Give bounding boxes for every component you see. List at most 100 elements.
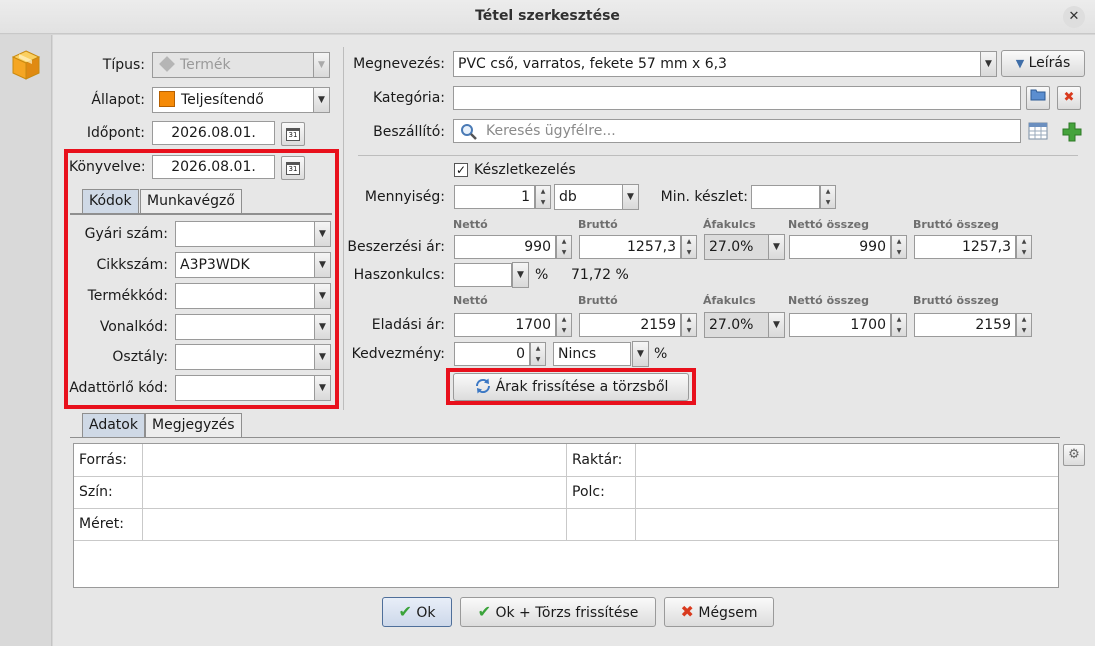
calendar-icon[interactable]: 31 [281,156,305,180]
tab-divider [70,213,332,215]
beszerzesi-ar-label: Beszerzési ár: [347,239,445,255]
header-netto-osszeg: Nettó összeg [788,294,869,307]
beszallito-search-input[interactable]: Keresés ügyfélre... [453,119,1021,143]
eladasi-netto-osszeg-spinner[interactable]: ▲ ▼ [891,313,907,337]
tipus-label: Típus: [102,57,145,73]
kedvezmeny-type-input[interactable]: Nincs [553,342,631,366]
chevron-down-icon[interactable]: ▼ [980,52,996,76]
adattorlo-kod-select[interactable]: ▼ [175,375,331,401]
grid-label-polc: Polc: [572,484,605,500]
add-icon[interactable] [1062,122,1082,142]
calendar-icon[interactable]: 31 [281,122,305,146]
chevron-down-icon[interactable]: ▼ [314,253,330,277]
tab-adatok[interactable]: Adatok [82,413,145,437]
gyari-szam-label: Gyári szám: [84,226,168,242]
tab-munkavegzo[interactable]: Munkavégző [140,189,242,213]
haszonkulcs-input[interactable] [454,263,512,287]
keszletkezeles-checkbox[interactable]: ✓ [454,163,468,177]
chevron-down-icon[interactable]: ▼ [622,185,638,209]
beszerzesi-netto-osszeg-spinner[interactable]: ▲ ▼ [891,235,907,259]
kedvezmeny-input[interactable]: 0 [454,342,530,366]
kategoria-input[interactable] [453,86,1021,110]
chevron-down-icon[interactable]: ▼ [313,88,329,112]
tipus-select: Termék ▼ [152,52,330,78]
eladasi-brutto-osszeg-spinner[interactable]: ▲ ▼ [1016,313,1032,337]
eladasi-ar-label: Eladási ár: [371,317,445,333]
main-panel: Típus: Termék ▼ Állapot: Teljesítendő ▼ … [53,35,1095,646]
eladasi-brutto-input[interactable]: 2159 [579,313,681,337]
product-type-icon [159,56,175,72]
kedvezmeny-type-dropdown[interactable]: ▼ [632,341,649,367]
chevron-down-icon[interactable]: ▼ [768,235,784,259]
eladasi-brutto-osszeg-input[interactable]: 2159 [914,313,1016,337]
megnevezes-label: Megnevezés: [353,56,445,72]
beszerzesi-netto-spinner[interactable]: ▲ ▼ [556,235,572,259]
grid-label-szin: Szín: [79,484,113,500]
min-keszlet-input[interactable] [751,185,820,209]
header-brutto: Bruttó [578,218,618,231]
tab-megjegyzes[interactable]: Megjegyzés [145,413,242,437]
allapot-select[interactable]: Teljesítendő ▼ [152,87,330,113]
eladasi-netto-osszeg-input[interactable]: 1700 [789,313,891,337]
cikkszam-select[interactable]: A3P3WDK ▼ [175,252,331,278]
min-keszlet-spinner[interactable]: ▲ ▼ [820,185,836,209]
ok-torzs-frissitese-button[interactable]: ✔ Ok + Törzs frissítése [460,597,656,627]
chevron-down-icon[interactable]: ▼ [633,342,648,366]
table-list-icon[interactable] [1028,122,1048,140]
header-netto: Nettó [453,294,488,307]
beszerzesi-brutto-input[interactable]: 1257,3 [579,235,681,259]
beszerzesi-netto-input[interactable]: 990 [454,235,556,259]
osztaly-select[interactable]: ▼ [175,344,331,370]
ok-button[interactable]: ✔ Ok [382,597,452,627]
kedvezmeny-percent: % [654,346,668,362]
haszonkulcs-computed: 71,72 % [571,267,629,283]
grid-label-meret: Méret: [79,516,124,532]
check-icon: ✔ [398,602,412,621]
konyvelve-input[interactable]: 2026.08.01. [152,155,275,179]
beszerzesi-afa-select[interactable]: 27.0% ▼ [704,234,785,260]
chevron-down-icon: ▼ [313,53,329,77]
search-icon [461,124,477,140]
refresh-prices-button[interactable]: Árak frissítése a törzsből [453,373,689,401]
window-titlebar: Tétel szerkesztése ✕ [0,0,1095,34]
mennyiseg-label: Mennyiség: [364,189,445,205]
vonalkod-select[interactable]: ▼ [175,314,331,340]
close-icon[interactable]: ✕ [1063,6,1085,28]
eladasi-netto-spinner[interactable]: ▲ ▼ [556,313,572,337]
min-keszlet-label: Min. készlet: [660,189,748,205]
kedvezmeny-label: Kedvezmény: [351,346,445,362]
chevron-down-icon[interactable]: ▼ [513,263,528,287]
idopont-input[interactable]: 2026.08.01. [152,121,275,145]
mennyiseg-input[interactable]: 1 [454,185,535,209]
haszonkulcs-dropdown[interactable]: ▼ [512,262,529,288]
mennyiseg-spinner[interactable]: ▲ ▼ [535,185,551,209]
gear-icon[interactable]: ⚙ [1063,444,1085,466]
chevron-down-icon[interactable]: ▼ [314,284,330,308]
folder-icon[interactable] [1026,86,1050,110]
chevron-down-icon[interactable]: ▼ [314,376,330,400]
eladasi-netto-input[interactable]: 1700 [454,313,556,337]
haszonkulcs-label: Haszonkulcs: [353,267,445,283]
eladasi-brutto-spinner[interactable]: ▲ ▼ [681,313,697,337]
tab-kodok[interactable]: Kódok [82,189,139,213]
chevron-down-icon[interactable]: ▼ [314,315,330,339]
megsem-button[interactable]: ✖ Mégsem [664,597,774,627]
unit-select[interactable]: db ▼ [554,184,639,210]
beszerzesi-netto-osszeg-input[interactable]: 990 [789,235,891,259]
megnevezes-select[interactable]: PVC cső, varratos, fekete 57 mm x 6,3 ▼ [453,51,997,77]
chevron-down-icon[interactable]: ▼ [314,345,330,369]
left-strip [0,35,52,646]
beszerzesi-brutto-osszeg-spinner[interactable]: ▲ ▼ [1016,235,1032,259]
gyari-szam-select[interactable]: ▼ [175,221,331,247]
header-netto: Nettó [453,218,488,231]
chevron-down-icon[interactable]: ▼ [314,222,330,246]
termekkod-select[interactable]: ▼ [175,283,331,309]
leiras-button[interactable]: ▼ Leírás [1001,50,1085,77]
beszerzesi-brutto-osszeg-input[interactable]: 1257,3 [914,235,1016,259]
kedvezmeny-spinner[interactable]: ▲ ▼ [530,342,546,366]
chevron-down-icon[interactable]: ▼ [768,313,784,337]
clear-icon[interactable]: ✖ [1057,86,1081,110]
beszerzesi-brutto-spinner[interactable]: ▲ ▼ [681,235,697,259]
chevron-down-icon: ▼ [1015,57,1025,70]
eladasi-afa-select[interactable]: 27.0% ▼ [704,312,785,338]
